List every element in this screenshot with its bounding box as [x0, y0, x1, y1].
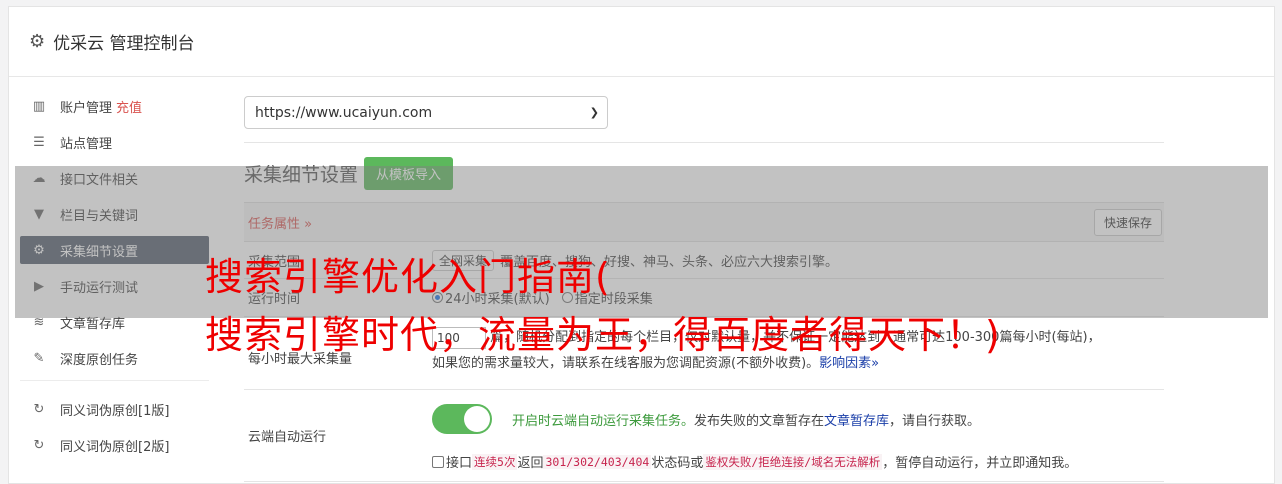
overlay-headline-line2: 搜索引擎时代，流量为王，得百度者得天下！)	[205, 313, 1001, 357]
sidebar-item-sites[interactable]: ☰ 站点管理	[20, 128, 209, 156]
sidebar-item-deep-original[interactable]: ✎ 深度原创任务	[20, 344, 209, 372]
recharge-link[interactable]: 充值	[116, 97, 142, 116]
page-title: 优采云 管理控制台	[53, 34, 195, 54]
cloud-label: 云端自动运行	[248, 430, 327, 445]
code-errors: 鉴权失败/拒绝连接/域名无法解析	[703, 453, 883, 470]
panel-header: ⚙ 优采云 管理控制台	[9, 7, 1274, 77]
refresh-icon: ↻	[33, 437, 45, 453]
code-status: 301/302/403/404	[543, 454, 652, 469]
edit-icon: ✎	[33, 350, 45, 366]
pause-checkbox[interactable]	[432, 455, 444, 468]
gear-icon: ⚙	[29, 31, 46, 52]
refresh-icon: ↻	[33, 401, 45, 417]
sidebar-item-label: 账户管理	[60, 100, 113, 116]
text-pause: ，暂停自动运行，并立即通知我。	[882, 456, 1078, 471]
cloud-desc-tail: ，请自行获取。	[889, 413, 981, 429]
cloud-run-toggle[interactable]	[432, 404, 492, 434]
sidebar-divider	[20, 380, 209, 381]
cloud-run-row: 云端自动运行 开启时云端自动运行采集任务。 发布失败的文章暂存在 文章暂存库 ，…	[244, 390, 1164, 482]
server-icon: ☰	[33, 134, 45, 150]
divider	[244, 142, 1164, 143]
sidebar-item-label: 同义词伪原创[1版]	[60, 403, 170, 419]
sidebar-item-synonym-v2[interactable]: ↻ 同义词伪原创[2版]	[20, 431, 209, 459]
cb-label: 接口	[446, 456, 473, 471]
sidebar-item-label: 同义词伪原创[2版]	[60, 439, 170, 455]
chevron-down-icon: ❯	[589, 106, 599, 119]
cloud-desc-green: 开启时云端自动运行采集任务。	[512, 413, 695, 429]
article-store-link[interactable]: 文章暂存库	[824, 410, 889, 429]
site-select-value: https://www.ucaiyun.com	[255, 104, 433, 121]
overlay-headline-line1: 搜索引擎优化入门指南(	[205, 255, 611, 299]
code-times: 连续5次	[472, 453, 518, 470]
sidebar-item-account[interactable]: ▥ 账户管理 充值	[20, 92, 209, 120]
text-status: 状态码或	[651, 456, 704, 471]
sidebar-item-label: 深度原创任务	[60, 352, 139, 368]
gray-overlay-band	[15, 166, 1268, 318]
text-return: 返回	[517, 456, 544, 471]
sidebar-item-synonym-v1[interactable]: ↻ 同义词伪原创[1版]	[20, 395, 209, 423]
site-select[interactable]: https://www.ucaiyun.com ❯	[244, 96, 608, 129]
cloud-desc-plain: 发布失败的文章暂存在	[694, 413, 825, 429]
bar-chart-icon: ▥	[32, 98, 46, 114]
sidebar-item-label: 站点管理	[60, 136, 113, 152]
